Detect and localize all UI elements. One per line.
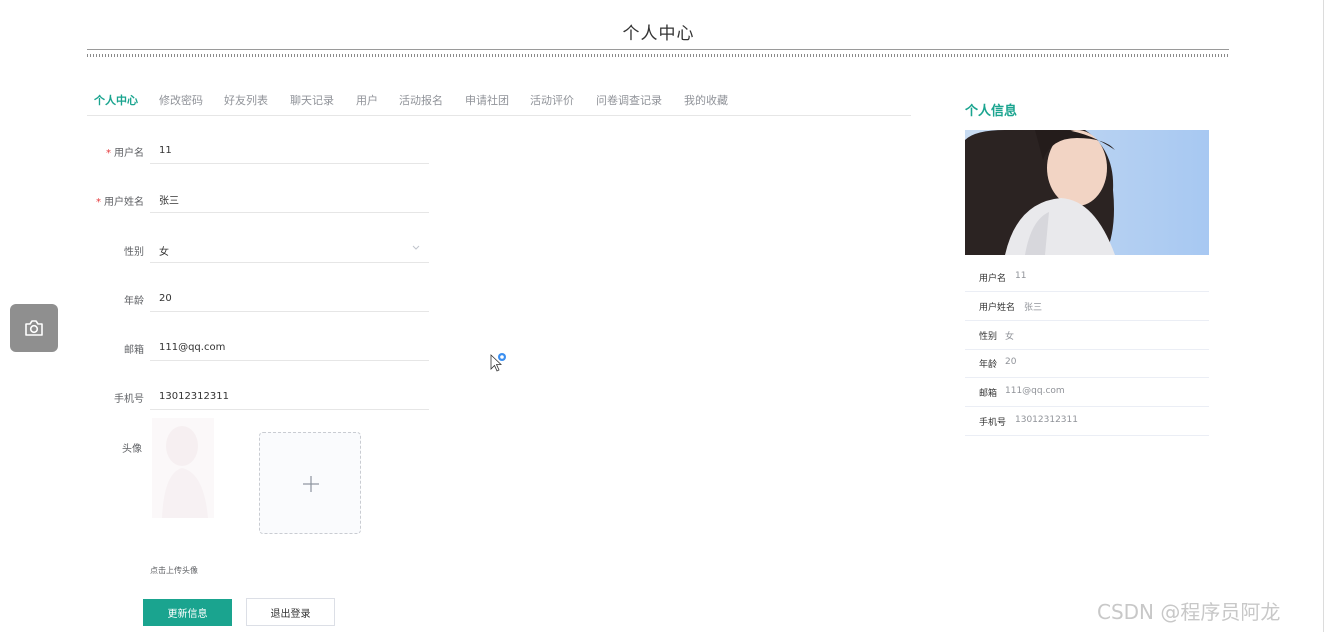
- email-label: 邮箱: [124, 345, 144, 356]
- title-divider-dotted: [87, 54, 1229, 57]
- info-row-phone: 手机号 13012312311: [965, 407, 1209, 436]
- chevron-down-icon: [412, 245, 420, 250]
- form-row-phone: 手机号: [87, 384, 437, 412]
- info-key: 手机号: [979, 418, 1007, 428]
- form-row-email: 邮箱: [87, 335, 437, 363]
- tab-chat-records[interactable]: 聊天记录: [290, 92, 334, 108]
- required-mark: *: [106, 148, 111, 159]
- tab-friend-list[interactable]: 好友列表: [224, 92, 268, 108]
- gender-label: 性别: [124, 247, 144, 258]
- tab-survey-records[interactable]: 问卷调查记录: [596, 92, 662, 108]
- username-label: 用户名: [114, 148, 144, 159]
- info-key: 用户姓名: [979, 303, 1016, 313]
- age-label: 年龄: [124, 296, 144, 307]
- tab-activity-signup[interactable]: 活动报名: [399, 92, 443, 108]
- avatar-upload-button[interactable]: [259, 432, 361, 534]
- info-key: 性别: [979, 332, 998, 342]
- title-divider: [87, 49, 1229, 50]
- tab-club-application[interactable]: 申请社团: [465, 92, 509, 108]
- info-key: 用户名: [979, 274, 1007, 284]
- form-row-realname: * 用户姓名: [87, 187, 437, 215]
- info-value: 11: [1015, 271, 1027, 281]
- realname-input[interactable]: [150, 187, 429, 213]
- side-panel-title: 个人信息: [965, 104, 1018, 119]
- email-input[interactable]: [150, 335, 429, 361]
- form-row-age: 年龄: [87, 286, 437, 314]
- profile-photo: [965, 130, 1209, 255]
- required-mark: *: [96, 197, 101, 208]
- tab-users[interactable]: 用户: [356, 92, 378, 108]
- info-row-gender: 性别 女: [965, 321, 1209, 350]
- mouse-cursor-icon: [490, 353, 506, 372]
- realname-label: 用户姓名: [104, 197, 144, 208]
- info-row-email: 邮箱 111@qq.com: [965, 378, 1209, 407]
- logout-button[interactable]: 退出登录: [246, 598, 335, 626]
- page-title: 个人中心: [622, 24, 695, 44]
- info-row-username: 用户名 11: [965, 263, 1209, 292]
- username-input[interactable]: [150, 138, 429, 164]
- tab-bar: 个人中心 修改密码 好友列表 聊天记录 用户 活动报名 申请社团 活动评价 问卷…: [87, 88, 911, 116]
- tab-my-favorites[interactable]: 我的收藏: [684, 92, 728, 108]
- plus-icon: [303, 476, 319, 492]
- info-row-realname: 用户姓名 张三: [965, 292, 1209, 321]
- info-key: 年龄: [979, 360, 998, 370]
- info-row-age: 年龄 20: [965, 349, 1209, 378]
- update-info-button[interactable]: 更新信息: [143, 599, 232, 626]
- tab-activity-review[interactable]: 活动评价: [530, 92, 574, 108]
- watermark: CSDN @程序员阿龙: [1097, 600, 1281, 624]
- info-value: 20: [1005, 357, 1017, 367]
- info-value: 111@qq.com: [1005, 386, 1065, 396]
- phone-label: 手机号: [114, 394, 144, 405]
- screenshot-button[interactable]: [10, 304, 58, 352]
- gender-select-value: 女: [159, 247, 169, 258]
- age-input[interactable]: [150, 286, 429, 312]
- gender-select[interactable]: 女: [150, 237, 429, 263]
- camera-icon: [25, 320, 43, 336]
- avatar-label: 头像: [122, 444, 142, 455]
- tab-change-password[interactable]: 修改密码: [159, 92, 203, 108]
- info-value: 13012312311: [1015, 415, 1078, 425]
- phone-input[interactable]: [150, 384, 429, 410]
- tab-personal-center[interactable]: 个人中心: [94, 92, 138, 108]
- avatar-preview: [152, 418, 214, 518]
- form-row-gender: 性别 女: [87, 237, 437, 265]
- info-value: 张三: [1024, 303, 1043, 313]
- info-key: 邮箱: [979, 389, 998, 399]
- scroll-edge: [1323, 0, 1324, 632]
- form-row-username: * 用户名: [87, 138, 437, 166]
- info-value: 女: [1005, 332, 1015, 342]
- upload-hint: 点击上传头像: [150, 566, 198, 575]
